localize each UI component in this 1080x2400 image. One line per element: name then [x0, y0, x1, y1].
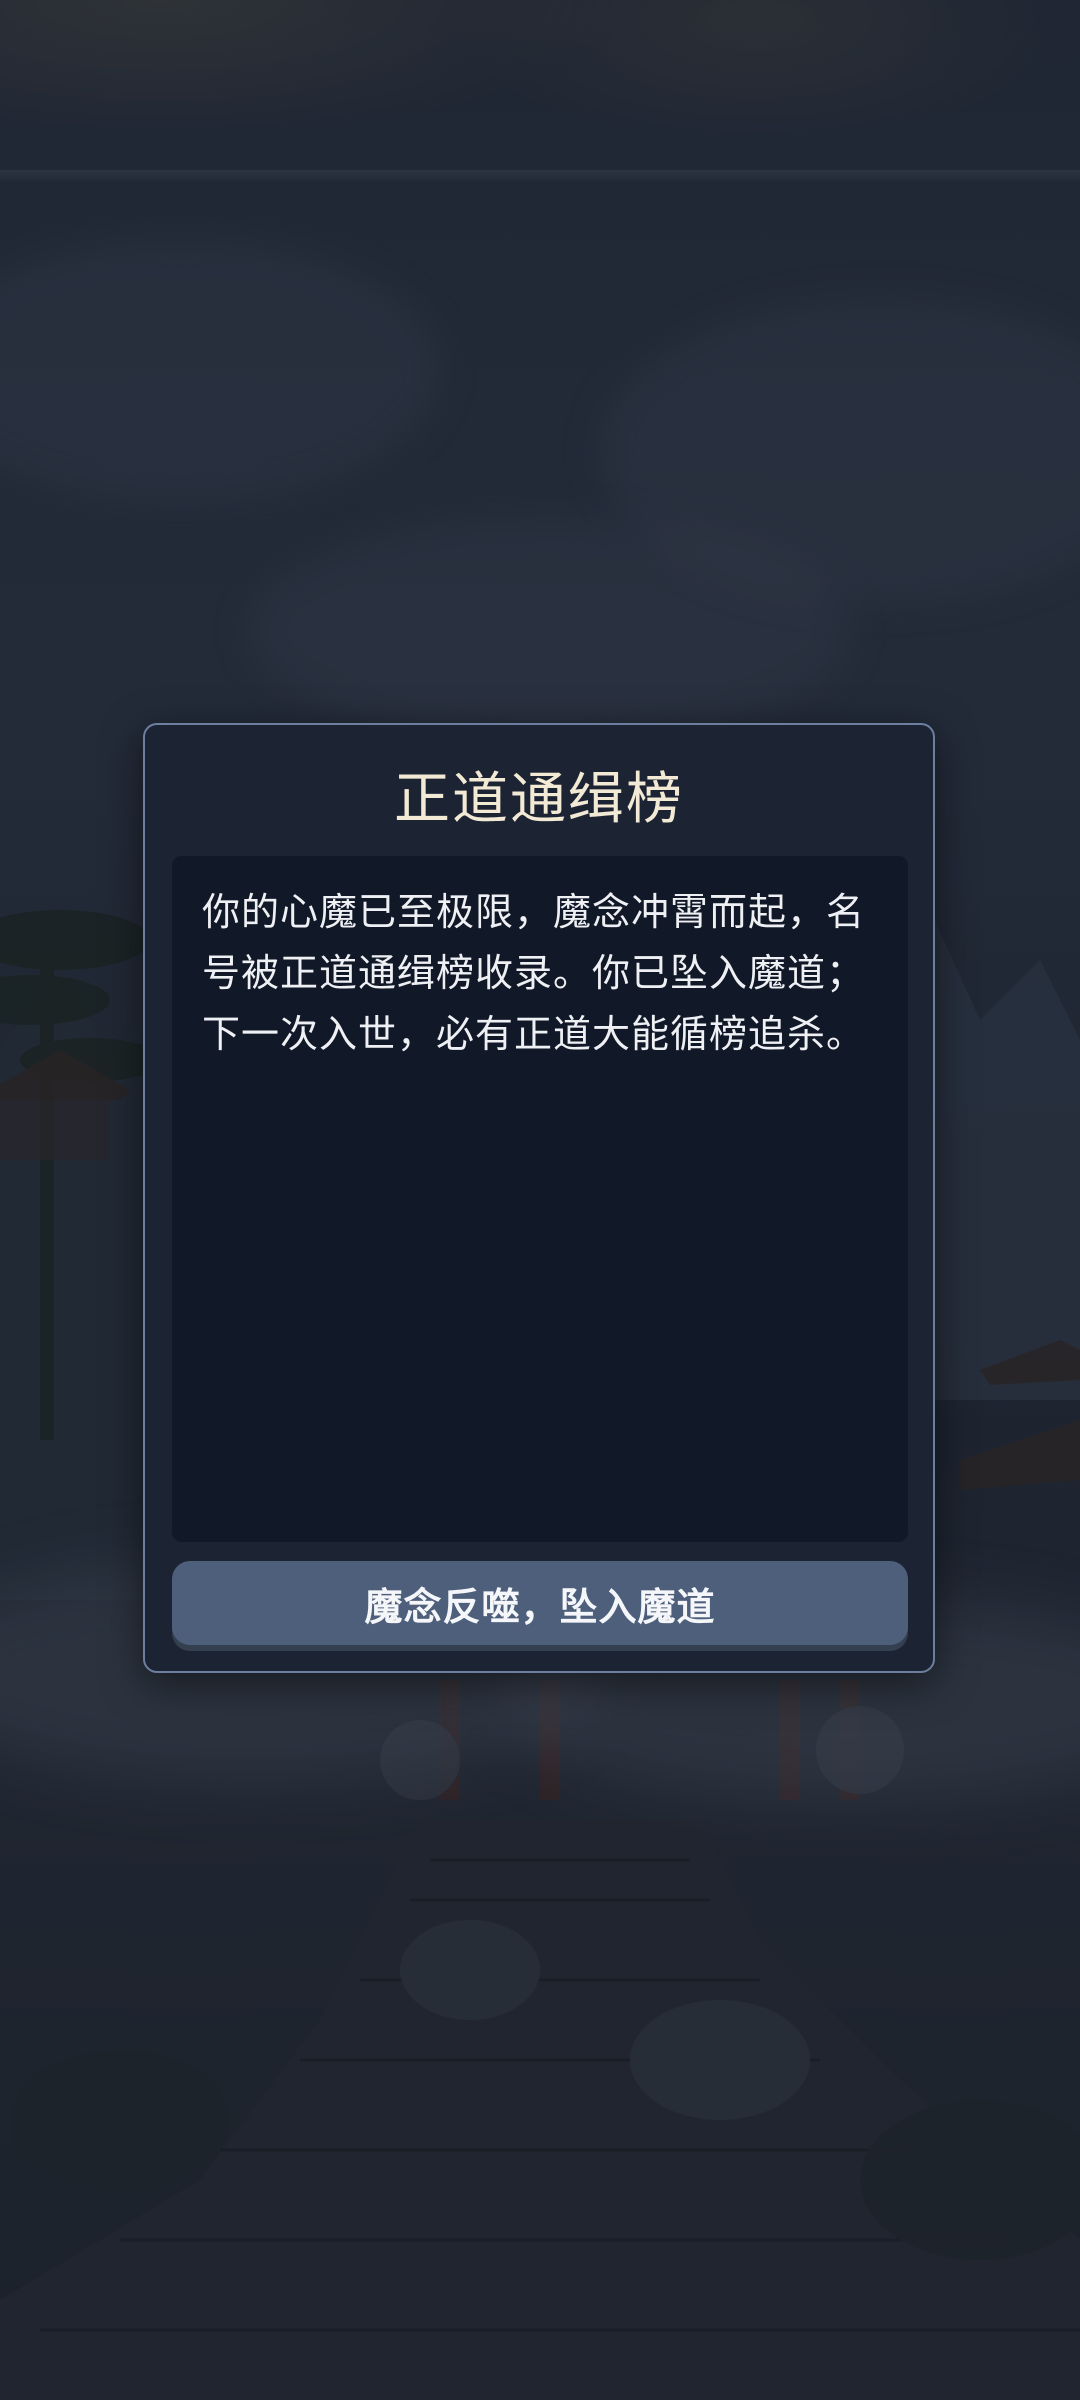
wanted-list-dialog: 正道通缉榜 你的心魔已至极限，魔念冲霄而起，名号被正道通缉榜收录。你已坠入魔道；… — [143, 723, 935, 1673]
dialog-title: 正道通缉榜 — [394, 767, 684, 832]
confirm-fall-button[interactable]: 魔念反噬，坠入魔道 — [172, 1561, 908, 1645]
dialog-message-panel: 你的心魔已至极限，魔念冲霄而起，名号被正道通缉榜收录。你已坠入魔道；下一次入世，… — [172, 856, 908, 1542]
game-screen: 正道通缉榜 你的心魔已至极限，魔念冲霄而起，名号被正道通缉榜收录。你已坠入魔道；… — [0, 0, 1080, 2400]
dialog-message: 你的心魔已至极限，魔念冲霄而起，名号被正道通缉榜收录。你已坠入魔道；下一次入世，… — [202, 890, 866, 1056]
